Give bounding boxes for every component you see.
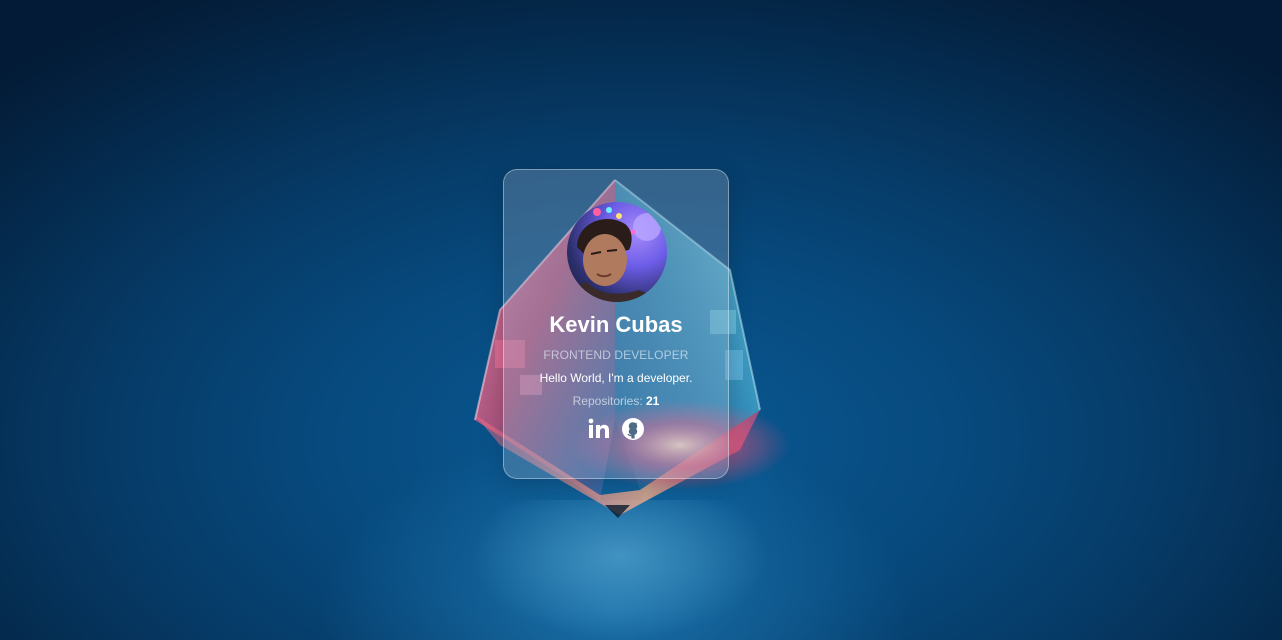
profile-name: Kevin Cubas — [549, 312, 683, 337]
linkedin-icon — [587, 417, 611, 441]
repositories-count: Repositories: 21 — [504, 393, 728, 409]
github-icon — [621, 417, 645, 441]
profile-bio: Hello World, I'm a developer. — [539, 371, 693, 385]
profile-role: FRONTEND DEVELOPER — [543, 348, 689, 362]
repositories-label: Repositories: — [572, 394, 643, 408]
avatar — [567, 202, 667, 302]
repositories-value: 21 — [646, 394, 660, 408]
social-links — [504, 416, 728, 442]
github-link[interactable] — [621, 417, 645, 441]
linkedin-link[interactable] — [587, 417, 611, 441]
profile-card: Kevin Cubas FRONTEND DEVELOPER Hello Wor… — [503, 169, 729, 479]
